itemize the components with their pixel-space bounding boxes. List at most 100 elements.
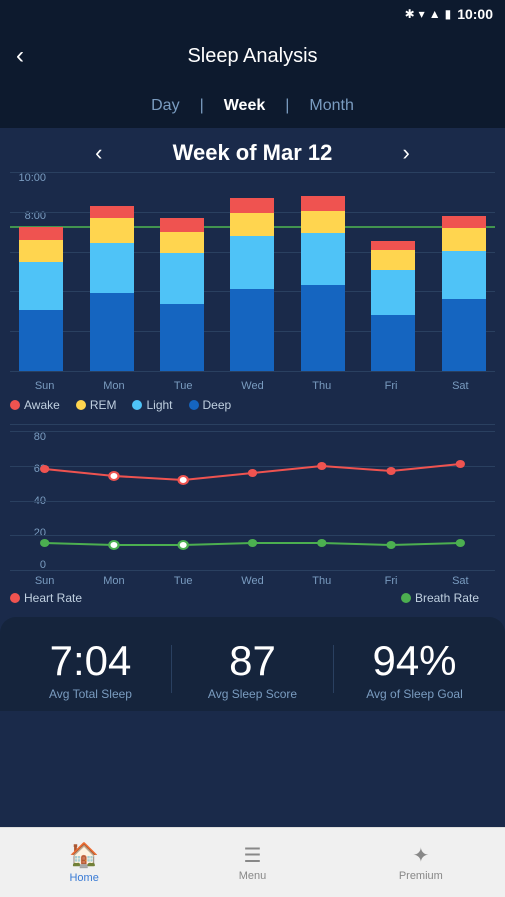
stat-total-sleep-label: Avg Total Sleep xyxy=(10,687,171,701)
x-label-mon: Mon xyxy=(79,380,148,392)
bar-deep-fri xyxy=(371,315,415,371)
bar-stack-sun xyxy=(19,211,63,371)
legend-heart-rate: Heart Rate xyxy=(10,591,82,605)
tab-week[interactable]: Week xyxy=(204,97,286,115)
light-label: Light xyxy=(146,398,172,412)
bar-rem-fri xyxy=(371,250,415,271)
bluetooth-icon: ✱ xyxy=(405,7,415,21)
heart-rate-dot xyxy=(10,593,20,603)
back-button[interactable]: ‹ xyxy=(16,42,24,70)
x-label-tue: Tue xyxy=(149,380,218,392)
awake-dot xyxy=(10,400,20,410)
rate-x-tue: Tue xyxy=(149,575,218,587)
tab-day[interactable]: Day xyxy=(131,97,199,115)
week-nav: ‹ Week of Mar 12 › xyxy=(0,128,505,172)
sleep-chart-area xyxy=(10,172,495,372)
rate-x-thu: Thu xyxy=(287,575,356,587)
bar-stack-fri xyxy=(371,223,415,371)
br-dot-tue xyxy=(179,541,188,549)
next-week-button[interactable]: › xyxy=(383,140,430,166)
bar-deep-sun xyxy=(19,310,63,371)
nav-home[interactable]: 🏠 Home xyxy=(0,841,168,884)
legend-light: Light xyxy=(132,398,172,412)
br-dot-sat xyxy=(456,539,465,547)
bar-deep-wed xyxy=(230,289,274,371)
bar-tue xyxy=(151,203,213,371)
status-time: 10:00 xyxy=(457,6,493,22)
rate-chart-container: 80 60 40 20 0 xyxy=(0,431,505,587)
bar-thu xyxy=(292,185,354,371)
stat-total-sleep-value: 7:04 xyxy=(10,637,171,685)
deep-dot xyxy=(189,400,199,410)
bar-deep-tue xyxy=(160,304,204,371)
bar-rem-mon xyxy=(90,218,134,243)
stat-sleep-score-label: Avg Sleep Score xyxy=(172,687,333,701)
status-bar: ✱ ▾ ▲ ▮ 10:00 xyxy=(0,0,505,28)
bar-awake-tue xyxy=(160,218,204,231)
nav-premium[interactable]: ✦ Premium xyxy=(337,843,505,882)
nav-menu[interactable]: ☰ Menu xyxy=(168,843,336,882)
nav-home-label: Home xyxy=(69,872,98,884)
hr-dot-wed xyxy=(248,469,257,477)
light-dot xyxy=(132,400,142,410)
grid-line-0 xyxy=(10,172,495,173)
x-label-thu: Thu xyxy=(287,380,356,392)
deep-label: Deep xyxy=(203,398,232,412)
br-dot-thu xyxy=(317,539,326,547)
bar-stack-sat xyxy=(442,199,486,371)
br-dot-fri xyxy=(386,541,395,549)
bar-stack-mon xyxy=(90,193,134,371)
hr-dot-tue xyxy=(179,476,188,484)
rate-chart-area xyxy=(10,431,495,571)
rate-x-wed: Wed xyxy=(218,575,287,587)
legend-deep: Deep xyxy=(189,398,232,412)
rate-chart-svg xyxy=(10,431,495,571)
legend-breath-rate: Breath Rate xyxy=(401,591,479,605)
x-label-wed: Wed xyxy=(218,380,287,392)
week-title: Week of Mar 12 xyxy=(123,140,383,166)
bar-awake-fri xyxy=(371,241,415,250)
stat-sleep-goal-label: Avg of Sleep Goal xyxy=(334,687,495,701)
breath-rate-dot xyxy=(401,593,411,603)
bar-stack-tue xyxy=(160,203,204,371)
stat-sleep-score: 87 Avg Sleep Score xyxy=(172,637,333,701)
br-dot-mon xyxy=(109,541,118,549)
hr-dot-sat xyxy=(456,460,465,468)
wifi-icon: ▾ xyxy=(419,7,425,21)
bar-awake-sat xyxy=(442,216,486,228)
sleep-x-labels: Sun Mon Tue Wed Thu Fri Sat xyxy=(10,376,495,392)
nav-menu-label: Menu xyxy=(239,870,267,882)
bar-awake-mon xyxy=(90,206,134,218)
hr-dot-thu xyxy=(317,462,326,470)
bar-rem-tue xyxy=(160,232,204,254)
bar-mon xyxy=(80,193,142,371)
hr-dot-sun xyxy=(40,465,49,473)
hr-dot-mon xyxy=(109,472,118,480)
bar-light-sat xyxy=(442,251,486,299)
bar-awake-thu xyxy=(301,196,345,211)
stat-sleep-goal: 94% Avg of Sleep Goal xyxy=(334,637,495,701)
bar-light-wed xyxy=(230,236,274,289)
nav-premium-label: Premium xyxy=(399,870,443,882)
bar-light-fri xyxy=(371,270,415,314)
x-label-fri: Fri xyxy=(356,380,425,392)
bar-fri xyxy=(362,223,424,371)
tab-month[interactable]: Month xyxy=(289,97,373,115)
breath-rate-label: Breath Rate xyxy=(415,591,479,605)
sleep-chart-container: 10:00 8:00 6:00 4:00 2:00 0:00 xyxy=(0,172,505,392)
awake-label: Awake xyxy=(24,398,60,412)
bar-awake-wed xyxy=(230,198,274,213)
status-icons: ✱ ▾ ▲ ▮ xyxy=(405,7,452,21)
br-dot-wed xyxy=(248,539,257,547)
bar-stack-wed xyxy=(230,189,274,371)
br-dot-sun xyxy=(40,539,49,547)
bar-deep-mon xyxy=(90,293,134,371)
stat-sleep-score-value: 87 xyxy=(172,637,333,685)
x-label-sun: Sun xyxy=(10,380,79,392)
stat-sleep-goal-value: 94% xyxy=(334,637,495,685)
bar-light-thu xyxy=(301,233,345,285)
main-content: ‹ Week of Mar 12 › 10:00 8:00 6:00 4:00 … xyxy=(0,128,505,827)
rate-x-labels: Sun Mon Tue Wed Thu Fri Sat xyxy=(10,575,495,587)
prev-week-button[interactable]: ‹ xyxy=(75,140,122,166)
battery-icon: ▮ xyxy=(445,7,452,21)
